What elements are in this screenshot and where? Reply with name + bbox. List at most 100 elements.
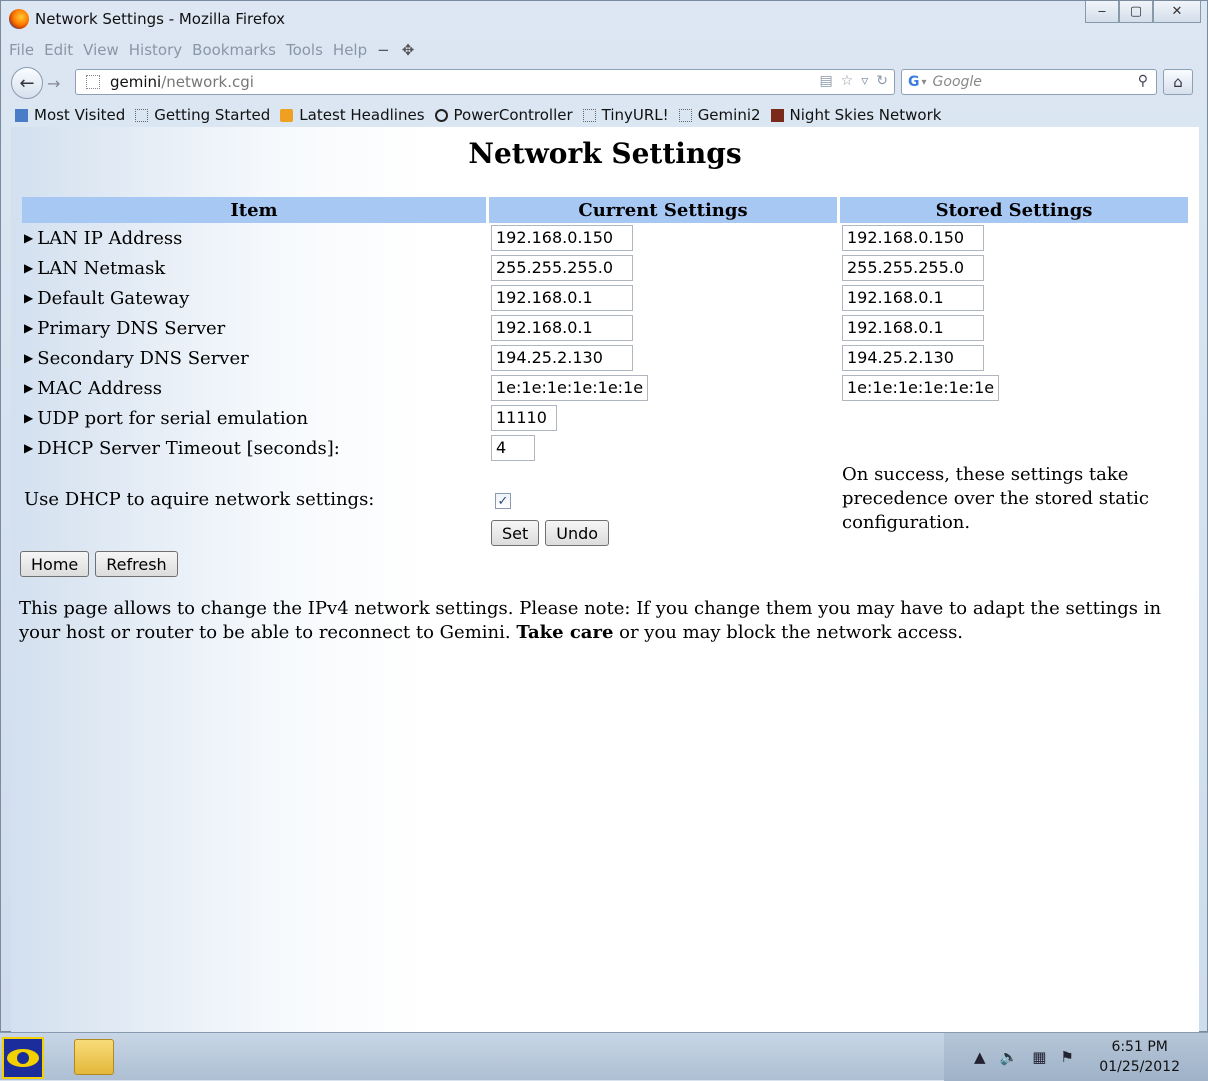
- page-content: Network Settings Item Current Settings S…: [11, 127, 1199, 1033]
- bookmark-powercontroller[interactable]: PowerController: [434, 106, 573, 124]
- zoom-out-icon[interactable]: −: [377, 41, 390, 59]
- url-bar[interactable]: gemini/network.cgi ▤ ☆ ▿ ↻: [75, 69, 895, 95]
- triangle-right-icon: ▶: [24, 440, 34, 455]
- current-mac-address-input[interactable]: 1e:1e:1e:1e:1e:1e: [491, 375, 648, 401]
- eye-app-icon[interactable]: [2, 1037, 44, 1079]
- search-icon[interactable]: ⚲: [1138, 73, 1148, 89]
- bookmark-gemini2[interactable]: Gemini2: [678, 106, 761, 124]
- site-identity-icon[interactable]: ▤: [819, 73, 832, 89]
- back-button[interactable]: ←: [11, 67, 43, 99]
- volume-icon[interactable]: 🔈: [1000, 1048, 1019, 1066]
- current-secondary-dns-input[interactable]: 194.25.2.130: [491, 345, 633, 371]
- stored-mac-address-input[interactable]: 1e:1e:1e:1e:1e:1e: [842, 375, 999, 401]
- system-tray: ▲ 🔈 ▦ ⚑ 6:51 PM 01/25/2012: [944, 1033, 1208, 1081]
- clock[interactable]: 6:51 PM 01/25/2012: [1099, 1037, 1180, 1077]
- page-icon: [582, 108, 596, 122]
- minimize-icon: ‒: [1097, 4, 1107, 19]
- search-engine-dropdown-icon[interactable]: ▾: [922, 77, 927, 88]
- title-bar: Network Settings - Mozilla Firefox ‒ ▢ ✕: [1, 1, 1207, 37]
- dhcp-note: On success, these settings take preceden…: [842, 464, 1150, 533]
- set-button[interactable]: Set: [491, 520, 540, 546]
- menu-view[interactable]: View: [83, 41, 119, 59]
- table-row: ▶ LAN IP Address 192.168.0.150 192.168.0.…: [22, 223, 1188, 253]
- most-visited-icon: [15, 108, 28, 122]
- search-input[interactable]: Google: [933, 74, 982, 90]
- triangle-right-icon: ▶: [24, 380, 34, 395]
- menu-file[interactable]: File: [9, 41, 34, 59]
- maximize-button[interactable]: ▢: [1119, 1, 1153, 23]
- form-actions: Set Undo: [491, 520, 610, 546]
- night-skies-icon: [770, 108, 784, 122]
- menu-bookmarks[interactable]: Bookmarks: [192, 41, 276, 59]
- show-hidden-icons-icon[interactable]: ▲: [974, 1048, 986, 1066]
- browser-window: Network Settings - Mozilla Firefox ‒ ▢ ✕…: [0, 0, 1208, 1033]
- bookmark-tinyurl[interactable]: TinyURL!: [582, 106, 669, 124]
- triangle-right-icon: ▶: [24, 410, 34, 425]
- home-button[interactable]: Home: [20, 551, 90, 577]
- action-center-flag-icon[interactable]: ⚑: [1060, 1048, 1073, 1066]
- stored-lan-ip-input[interactable]: 192.168.0.150: [842, 225, 984, 251]
- dhcp-checkbox[interactable]: ✓: [495, 493, 511, 509]
- forward-button[interactable]: →: [47, 74, 60, 93]
- bookmark-night-skies-network[interactable]: Night Skies Network: [770, 106, 942, 124]
- bookmark-label: Gemini2: [697, 106, 761, 124]
- search-bar[interactable]: G ▾ Google ⚲: [901, 69, 1157, 95]
- menu-edit[interactable]: Edit: [44, 41, 73, 59]
- row-label: DHCP Server Timeout [seconds]:: [37, 437, 340, 459]
- menu-tools[interactable]: Tools: [286, 41, 323, 59]
- dhcp-label: Use DHCP to aquire network settings:: [24, 488, 375, 510]
- header-stored-settings: Stored Settings: [840, 197, 1188, 223]
- url-dropdown-icon[interactable]: ▿: [861, 73, 868, 89]
- bookmark-label: Getting Started: [154, 106, 271, 124]
- menu-help[interactable]: Help: [333, 41, 367, 59]
- back-arrow-icon: ←: [19, 72, 35, 94]
- current-lan-netmask-input[interactable]: 255.255.255.0: [491, 255, 633, 281]
- home-icon: ⌂: [1173, 73, 1183, 91]
- triangle-right-icon: ▶: [24, 290, 34, 305]
- refresh-button[interactable]: Refresh: [95, 551, 178, 577]
- settings-table: Item Current Settings Stored Settings ▶ L…: [19, 197, 1191, 535]
- udp-port-input[interactable]: 11110: [491, 405, 557, 431]
- menu-history[interactable]: History: [129, 41, 182, 59]
- url-path: /network.cgi: [161, 73, 254, 91]
- bookmark-most-visited[interactable]: Most Visited: [15, 106, 125, 124]
- page-icon: [135, 108, 149, 122]
- page-description: This page allows to change the IPv4 netw…: [19, 597, 1195, 645]
- stored-primary-dns-input[interactable]: 192.168.0.1: [842, 315, 984, 341]
- undo-button[interactable]: Undo: [545, 520, 610, 546]
- zoom-in-icon[interactable]: ✥: [402, 41, 415, 59]
- bookmark-getting-started[interactable]: Getting Started: [135, 106, 270, 124]
- page-favicon-icon: [86, 75, 100, 89]
- row-label: Secondary DNS Server: [37, 347, 249, 369]
- bookmark-label: Night Skies Network: [789, 106, 942, 124]
- stored-secondary-dns-input[interactable]: 194.25.2.130: [842, 345, 984, 371]
- current-default-gateway-input[interactable]: 192.168.0.1: [491, 285, 633, 311]
- firefox-logo-icon: [9, 9, 29, 29]
- bookmark-star-icon[interactable]: ☆: [841, 73, 854, 89]
- triangle-right-icon: ▶: [24, 230, 34, 245]
- row-label: MAC Address: [37, 377, 162, 399]
- dhcp-timeout-input[interactable]: 4: [491, 435, 535, 461]
- close-button[interactable]: ✕: [1153, 1, 1201, 23]
- current-lan-ip-input[interactable]: 192.168.0.150: [491, 225, 633, 251]
- clock-date: 01/25/2012: [1099, 1059, 1180, 1075]
- table-row: ▶ LAN Netmask 255.255.255.0 255.255.255.0: [22, 253, 1188, 283]
- window-controls: ‒ ▢ ✕: [1085, 1, 1201, 23]
- reload-icon[interactable]: ↻: [876, 73, 888, 89]
- network-icon[interactable]: ▦: [1032, 1048, 1046, 1066]
- current-primary-dns-input[interactable]: 192.168.0.1: [491, 315, 633, 341]
- page-icon: [678, 108, 692, 122]
- power-icon: [434, 108, 448, 122]
- folder-icon[interactable]: [74, 1039, 114, 1075]
- row-label: UDP port for serial emulation: [37, 407, 309, 429]
- minimize-button[interactable]: ‒: [1085, 1, 1119, 23]
- taskbar: ▲ 🔈 ▦ ⚑ 6:51 PM 01/25/2012: [0, 1032, 1208, 1081]
- close-icon: ✕: [1171, 4, 1183, 19]
- stored-lan-netmask-input[interactable]: 255.255.255.0: [842, 255, 984, 281]
- home-toolbar-button[interactable]: ⌂: [1163, 69, 1193, 95]
- google-icon[interactable]: G: [908, 74, 920, 90]
- page-nav-actions: Home Refresh: [20, 551, 178, 577]
- stored-default-gateway-input[interactable]: 192.168.0.1: [842, 285, 984, 311]
- table-row: ▶ DHCP Server Timeout [seconds]: 4: [22, 433, 1188, 463]
- bookmark-latest-headlines[interactable]: Latest Headlines: [280, 106, 425, 124]
